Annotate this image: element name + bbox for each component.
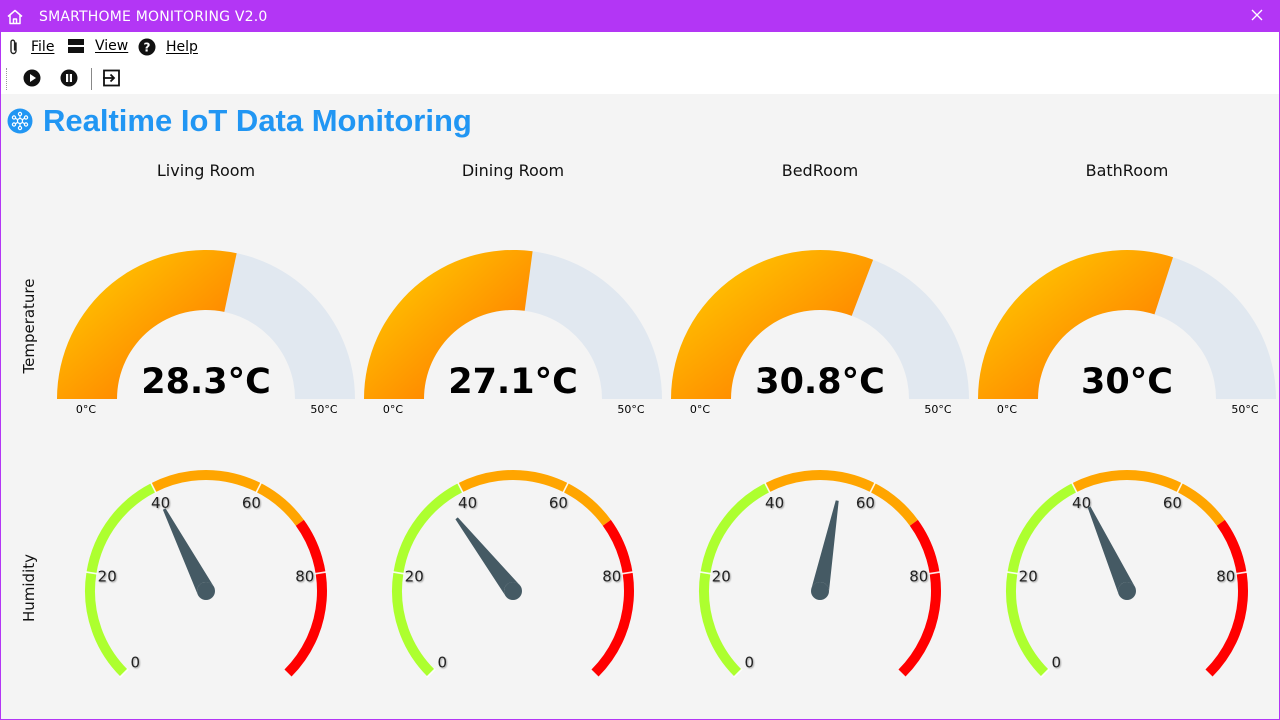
tick-label: 80 [1216,567,1235,585]
tick-label: 0 [438,654,448,672]
scale-max-label: 50°C [1231,403,1258,416]
gauge-needle [1087,506,1136,595]
tick-label: 80 [295,567,314,585]
tick-label: 20 [1019,567,1038,585]
scale-min-label: 0°C [76,403,96,416]
humidity-gauge: 0 20 40 60 80 [1006,470,1248,678]
needle-hub [1118,582,1136,600]
needle-hub [197,582,215,600]
range-mid [458,470,611,526]
range-high [591,519,634,677]
scale-max-label: 50°C [924,403,951,416]
humidity-gauge: 0 20 40 60 80 [392,470,634,678]
temperature-value: 30°C [1081,362,1173,402]
app-window: SMARTHOME MONITORING V2.0 File View ? He… [0,0,1280,720]
temperature-value: 28.3°C [141,362,271,402]
tick-label: 40 [765,494,784,512]
humidity-gauge: 0 20 40 60 80 [699,470,941,678]
tick-label: 40 [151,494,170,512]
tick-label: 60 [549,494,568,512]
range-high [1205,519,1248,677]
scale-min-label: 0°C [690,403,710,416]
tick-label: 0 [745,654,755,672]
tick-label: 0 [1052,654,1062,672]
tick-label: 0 [131,654,141,672]
tick-label: 20 [712,567,731,585]
tick-label: 40 [1072,494,1091,512]
temperature-gauge: 28.3°C 0°C 50°C [57,250,355,416]
tick-label: 20 [405,567,424,585]
scale-min-label: 0°C [383,403,403,416]
humidity-gauge: 0 20 40 60 80 [85,470,327,678]
scale-max-label: 50°C [617,403,644,416]
tick-label: 60 [1163,494,1182,512]
range-mid [151,470,304,526]
gauge-needle [811,500,839,593]
tick-label: 80 [909,567,928,585]
temperature-value: 27.1°C [448,362,578,402]
tick-label: 60 [242,494,261,512]
temperature-gauge: 27.1°C 0°C 50°C [364,249,662,416]
scale-max-label: 50°C [310,403,337,416]
needle-hub [504,582,522,600]
needle-hub [811,582,829,600]
tick-label: 60 [856,494,875,512]
tick-label: 80 [602,567,621,585]
tick-label: 20 [98,567,117,585]
temperature-gauge: 30.8°C 0°C 50°C [671,250,969,416]
gauge-panel: 28.3°C0°C 50°C27.1°C0°C 50°C30.8°C0°C 50°C3… [57,249,1276,678]
tick-label: 40 [458,494,477,512]
range-high [898,519,941,677]
range-high [284,519,327,677]
scale-min-label: 0°C [997,403,1017,416]
temperature-gauge: 30°C 0°C 50°C [978,249,1276,416]
range-mid [765,470,918,526]
temperature-value: 30.8°C [755,362,885,402]
range-mid [1072,470,1225,526]
